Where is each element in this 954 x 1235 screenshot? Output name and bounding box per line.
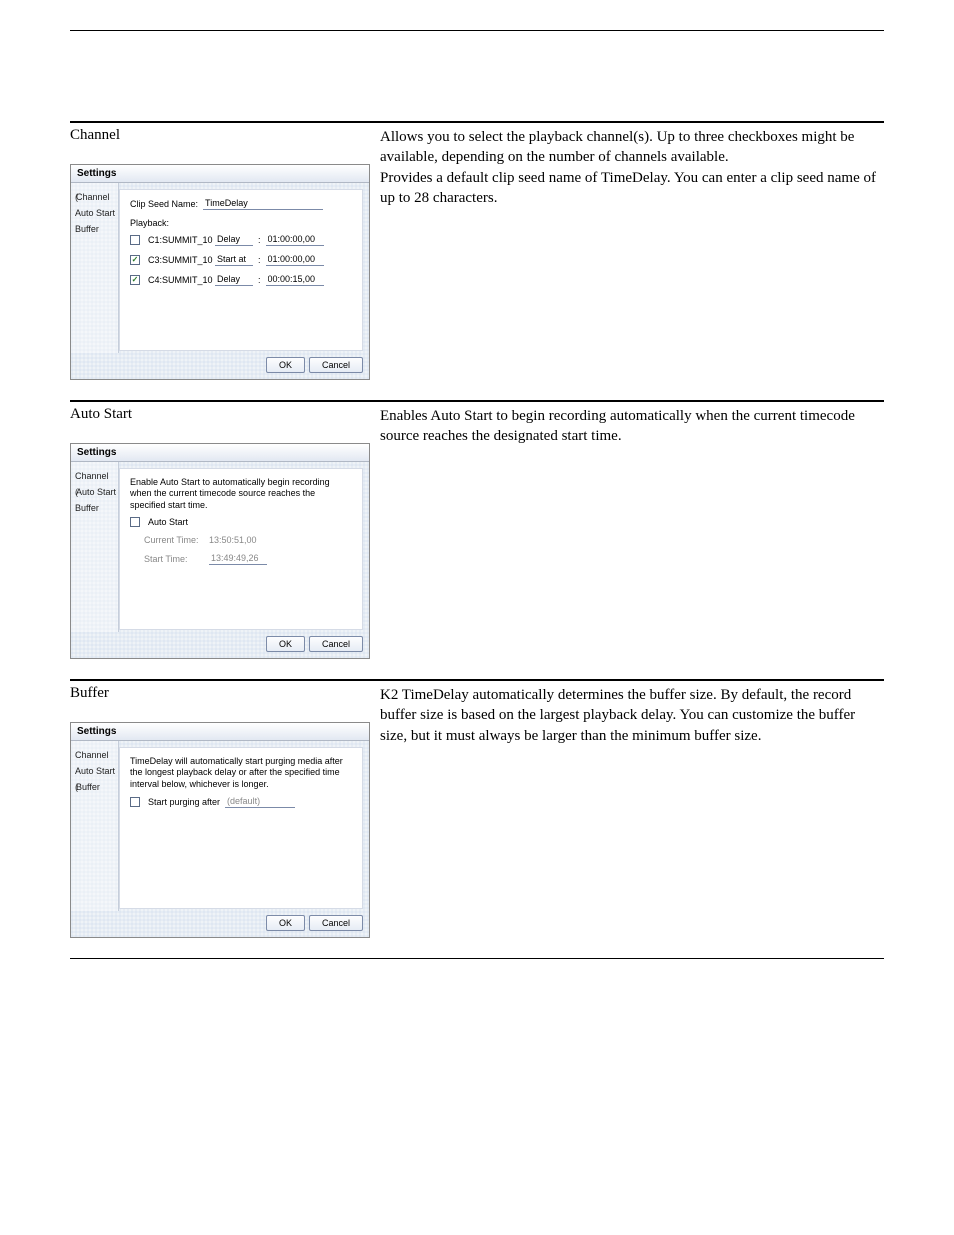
channel-title: Channel: [70, 127, 350, 144]
settings-dialog-buffer: Settings Channel Auto Start Buffer TimeD…: [70, 722, 370, 938]
current-time-label: Current Time:: [144, 535, 204, 545]
cancel-button[interactable]: Cancel: [309, 636, 363, 652]
sidebar-item-buffer[interactable]: Buffer: [71, 221, 118, 237]
buffer-desc: K2 TimeDelay automatically determines th…: [380, 685, 884, 746]
cancel-button[interactable]: Cancel: [309, 915, 363, 931]
bottom-rule: [70, 958, 884, 959]
ch-name-0: C1:SUMMIT_10: [148, 235, 210, 245]
tc-input-0[interactable]: [266, 234, 324, 246]
tc-input-1[interactable]: [266, 254, 324, 266]
autostart-blurb: Enable Auto Start to automatically begin…: [130, 477, 352, 511]
checkbox-c3[interactable]: ✓: [130, 255, 140, 265]
cancel-button[interactable]: Cancel: [309, 357, 363, 373]
checkbox-c1[interactable]: [130, 235, 140, 245]
sidebar-item-buffer[interactable]: Buffer: [71, 500, 118, 516]
autostart-pane: Enable Auto Start to automatically begin…: [119, 468, 363, 630]
seed-label: Clip Seed Name:: [130, 199, 198, 209]
autostart-desc: Enables Auto Start to begin recording au…: [380, 406, 884, 447]
top-rule: [70, 30, 884, 31]
channel-desc-1: Allows you to select the playback channe…: [380, 127, 884, 168]
purge-value-input[interactable]: [225, 796, 295, 808]
section-buffer: Buffer Settings Channel Auto Start Buffe…: [70, 679, 884, 938]
seed-input[interactable]: [203, 198, 323, 210]
autostart-title: Auto Start: [70, 406, 350, 423]
current-time-value: 13:50:51,00: [209, 535, 257, 545]
dialog-title: Settings: [71, 444, 369, 462]
sidebar-item-channel[interactable]: Channel: [71, 747, 118, 763]
channel-pane: Clip Seed Name: Playback: C1:SUMMIT_10 :: [119, 189, 363, 351]
dialog-title: Settings: [71, 723, 369, 741]
settings-dialog-channel: Settings Channel Auto Start Buffer Clip …: [70, 164, 370, 380]
buffer-blurb: TimeDelay will automatically start purgi…: [130, 756, 352, 790]
settings-dialog-autostart: Settings Channel Auto Start Buffer Enabl…: [70, 443, 370, 659]
checkbox-c4[interactable]: ✓: [130, 275, 140, 285]
sidebar-item-autostart[interactable]: Auto Start: [71, 205, 118, 221]
sidebar-item-channel[interactable]: Channel: [71, 468, 118, 484]
purge-cb-label: Start purging after: [148, 797, 220, 807]
sidebar-item-autostart[interactable]: Auto Start: [71, 484, 118, 500]
buffer-pane: TimeDelay will automatically start purgi…: [119, 747, 363, 909]
playback-row: ✓ C4:SUMMIT_10 :: [130, 274, 352, 286]
ch-name-1: C3:SUMMIT_10: [148, 255, 210, 265]
ok-button[interactable]: OK: [266, 915, 305, 931]
start-time-label: Start Time:: [144, 554, 204, 564]
ok-button[interactable]: OK: [266, 357, 305, 373]
tc-input-2[interactable]: [266, 274, 324, 286]
sidebar-item-buffer[interactable]: Buffer: [71, 779, 118, 795]
sidebar-item-channel[interactable]: Channel: [71, 189, 118, 205]
dialog-sidebar: Channel Auto Start Buffer: [71, 462, 119, 632]
purge-checkbox[interactable]: [130, 797, 140, 807]
dialog-sidebar: Channel Auto Start Buffer: [71, 183, 119, 353]
sidebar-item-autostart[interactable]: Auto Start: [71, 763, 118, 779]
playback-row: C1:SUMMIT_10 :: [130, 234, 352, 246]
dialog-sidebar: Channel Auto Start Buffer: [71, 741, 119, 911]
channel-desc-2: Provides a default clip seed name of Tim…: [380, 168, 884, 209]
playback-label: Playback:: [130, 218, 352, 228]
mode-input-0[interactable]: [215, 234, 253, 246]
mode-input-1[interactable]: [215, 254, 253, 266]
ok-button[interactable]: OK: [266, 636, 305, 652]
ch-name-2: C4:SUMMIT_10: [148, 275, 210, 285]
playback-row: ✓ C3:SUMMIT_10 :: [130, 254, 352, 266]
autostart-checkbox[interactable]: [130, 517, 140, 527]
start-time-input[interactable]: [209, 553, 267, 565]
buffer-title: Buffer: [70, 685, 350, 702]
section-channel: Channel Settings Channel Auto Start Buff…: [70, 121, 884, 380]
autostart-cb-label: Auto Start: [148, 517, 188, 527]
dialog-title: Settings: [71, 165, 369, 183]
section-autostart: Auto Start Settings Channel Auto Start B…: [70, 400, 884, 659]
mode-input-2[interactable]: [215, 274, 253, 286]
